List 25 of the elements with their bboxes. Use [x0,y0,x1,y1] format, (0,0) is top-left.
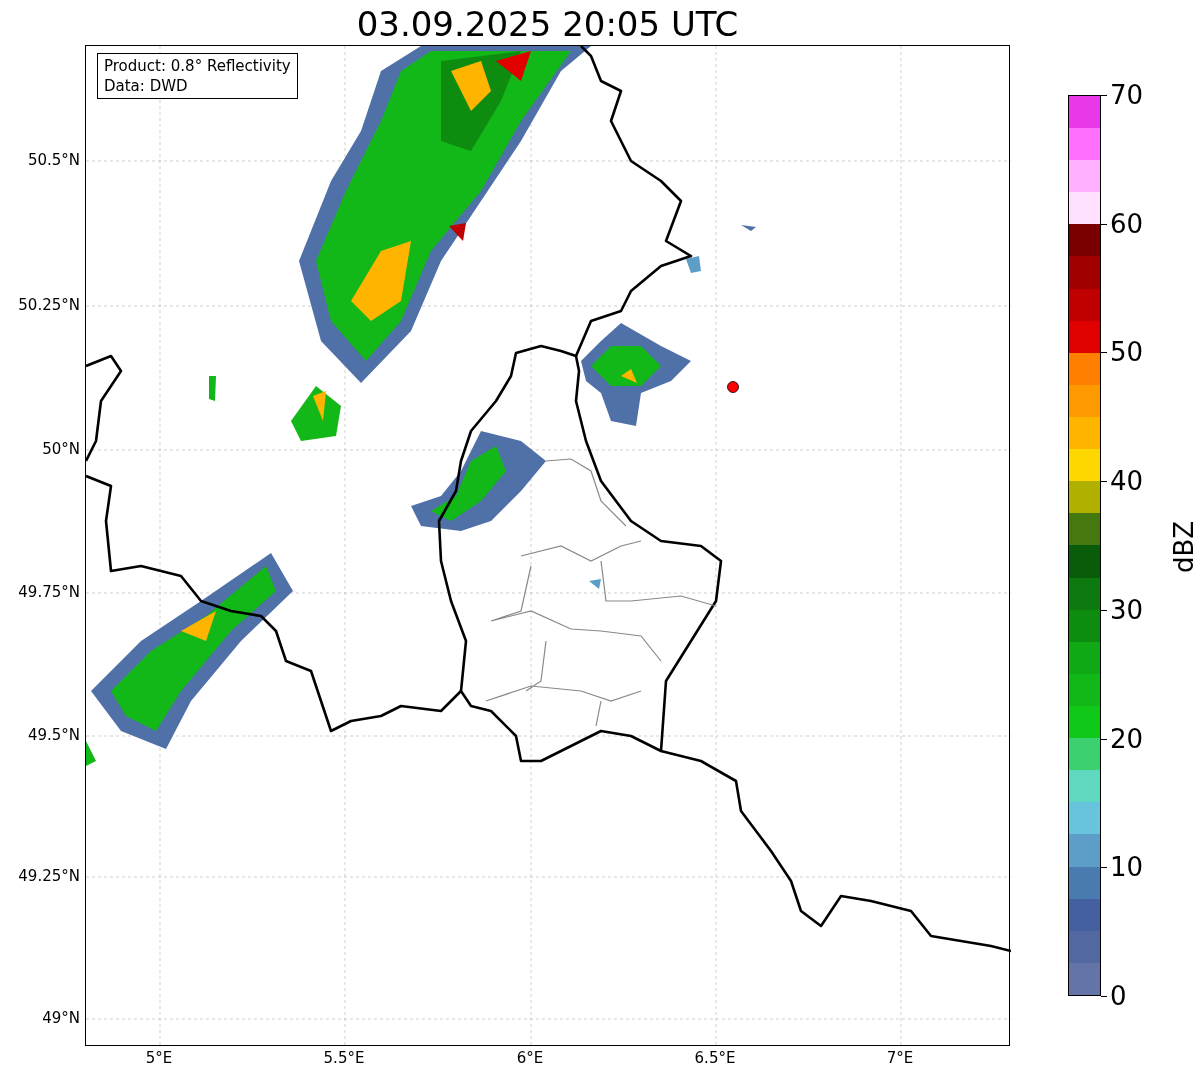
longitude-label: 6°E [516,1049,544,1067]
colorbar-tick-label: 20 [1110,723,1144,754]
colorbar-tick-label: 70 [1110,80,1144,110]
chart-title: 03.09.2025 20:05 UTC [356,4,739,44]
latitude-label: 49°N [42,1009,80,1027]
latitude-label: 50.25°N [18,296,80,314]
colorbar-tick-label: 50 [1110,337,1144,368]
info-text: Product: 0.8° Reflectivity [104,56,291,76]
colorbar-tick-label: 30 [1110,594,1144,625]
radar-site-marker [727,381,739,393]
latitude-label: 49.5°N [27,726,80,744]
colorbar-tick-label: 40 [1110,466,1144,497]
colorbar-tick-label: 60 [1110,208,1144,239]
colorbar-tick-label: 10 [1110,852,1144,883]
latitude-label: 49.25°N [18,867,80,885]
latitude-label: 49.75°N [18,583,80,601]
longitude-label: 5°E [145,1049,173,1067]
longitude-label: 6.5°E [694,1049,736,1067]
colorbar-label: dBZ [1169,520,1200,574]
longitude-label: 7°E [886,1049,914,1067]
info-text: Data: DWD [104,76,189,96]
colorbar-tick-label: 0 [1110,981,1127,1011]
latitude-label: 50.5°N [27,151,80,169]
longitude-label: 5.5°E [323,1049,365,1067]
latitude-label: 50°N [42,440,80,458]
